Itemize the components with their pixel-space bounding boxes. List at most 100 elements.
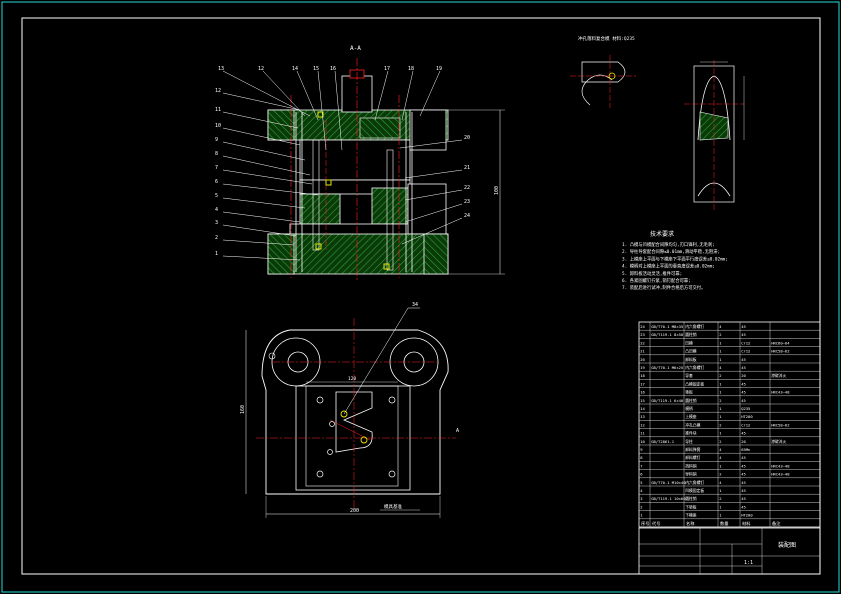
tech-requirements: 技术要求 1. 凸模与凹模配合间隙均匀,刃口锋利,无毛刺;2. 导柱导套配合间隙…	[622, 230, 728, 291]
callout-left: 1	[215, 251, 218, 257]
bom-cell: 4	[719, 365, 722, 370]
plan-dim-side-text: 160	[240, 405, 246, 414]
bom-cell: 16	[640, 390, 645, 395]
bom-cell: 卸料弹簧	[685, 447, 700, 452]
callout-left: 5	[215, 193, 218, 199]
bom-cell: Cr12	[741, 340, 750, 345]
bom-header-cell: 备注	[772, 520, 781, 527]
bom-cell: 圆柱销	[685, 496, 697, 501]
title-block: 装配图 1:1	[638, 527, 821, 575]
section-label: A-A	[350, 45, 361, 52]
tech-line: 5. 卸料板活动灵活,推件可靠;	[622, 270, 682, 277]
die-block-right	[371, 187, 409, 225]
bom-cell: 45	[741, 455, 746, 460]
bom-cell: 20	[741, 439, 746, 444]
bom-cell: 冲孔凸模	[685, 422, 700, 427]
upper-right-block	[409, 109, 447, 151]
bom-header-cell: 序号	[641, 520, 649, 527]
callout-left: 11	[215, 107, 221, 113]
bom-cell: 20	[640, 357, 645, 362]
bom-cell: HRC43~48	[771, 472, 790, 477]
bom-cell: GB/T119.1 8×50	[651, 332, 684, 337]
bom-cell: 20	[741, 373, 746, 378]
bom-cell: 凹模	[685, 340, 693, 345]
bom-cell: 12	[640, 422, 645, 427]
bom-cell: 上模座	[685, 414, 697, 419]
bom-cell: 下垫板	[685, 504, 697, 509]
bom-header-cell: 名称	[686, 520, 694, 527]
bom-cell: 6	[640, 472, 643, 477]
callouts-left: 12 11 10 9 8 7 6 5 4 3 2 1	[215, 88, 221, 257]
bom-cell: 9	[640, 447, 643, 452]
bom-cell: 17	[640, 381, 645, 386]
bom-cell: 4	[719, 447, 722, 452]
bom-cell: Cr12	[741, 349, 750, 354]
bom-cell: 24	[640, 324, 645, 329]
sheet-outer-border	[1, 1, 840, 593]
bom-cell: 圆柱销	[685, 398, 697, 403]
bom-cell: 卸料板	[685, 357, 697, 362]
callout-top: 16	[330, 66, 336, 72]
title-block-scale: 1:1	[744, 560, 753, 566]
tech-title: 技术要求	[650, 230, 674, 238]
callout-top: 12	[258, 66, 264, 72]
bom-cell: 圆柱销	[685, 332, 697, 337]
callouts-top: 13 12 14 15 16 17 18 19	[218, 66, 442, 72]
plan-view: 34 200 160 120 模具基准 A	[240, 302, 459, 518]
lower-clamp-left	[267, 233, 295, 275]
tech-line: 3. 上模座上平面与下模座下平面平行度误差≤0.02mm;	[622, 255, 728, 262]
bom-cell: HT200	[741, 513, 753, 518]
bom-cell: 13	[640, 414, 645, 419]
bom-cell: 45	[741, 324, 746, 329]
bom-cell: 1	[719, 513, 722, 518]
punch-plate	[299, 139, 411, 181]
bom-cell: 45	[741, 381, 746, 386]
tech-lines: 1. 凸模与凹模配合间隙均匀,刃口锋利,无毛刺;2. 导柱导套配合间隙≤0.01…	[622, 241, 728, 291]
bom-cell: 65Mn	[741, 447, 750, 452]
callout-right: 24	[464, 213, 470, 219]
bom-cell: HRC43~48	[771, 463, 790, 468]
bom-cell: Q235	[741, 406, 750, 411]
callout-left: 3	[215, 220, 218, 226]
cad-drawing: A-A 13 12 14 15 16 17 18 19 121110987654…	[1, 1, 840, 593]
callout-top: 14	[292, 66, 298, 72]
bom-cell: 11	[640, 431, 645, 436]
tech-line: 7. 装配后进行试冲,制件合格后方可交付。	[622, 284, 705, 291]
bom-cell: 1	[719, 488, 722, 493]
section-arrow-a: A	[456, 428, 459, 434]
tech-line: 4. 模柄对上模座上平面的垂直度误差≤0.02mm;	[622, 263, 715, 270]
bom-cell: HT200	[741, 414, 753, 419]
bom-cell: 7	[640, 463, 642, 468]
bom-cell: 45	[741, 504, 746, 509]
bom-cell: 23	[640, 332, 645, 337]
bom-cell: 2	[719, 496, 721, 501]
bom-cell: HRC58~62	[771, 422, 789, 427]
callout-left: 4	[215, 207, 218, 213]
title-block-name: 装配图	[778, 541, 796, 549]
bom-cell: 45	[741, 390, 746, 395]
punch-holder-hatch	[359, 117, 401, 139]
section-view: A-A 13 12 14 15 16 17 18 19 121110987654…	[215, 45, 505, 282]
plan-note: 模具基准	[384, 503, 402, 510]
bom-cell: 45	[741, 480, 746, 485]
callout-left: 2	[215, 235, 218, 241]
callout-left: 8	[215, 151, 218, 157]
bom-cell: 45	[741, 472, 746, 477]
bom-cell: 2	[719, 398, 721, 403]
bom-cell: 1	[719, 463, 722, 468]
callout-left: 9	[215, 137, 218, 143]
bom-cell: GB/T2861.1	[651, 439, 675, 444]
bom-cell: 导套	[685, 373, 693, 378]
bom-cell: 45	[741, 365, 746, 370]
bom-cell: 2	[719, 472, 721, 477]
bom-cell: 4	[640, 488, 643, 493]
bom-cell: 4	[719, 480, 722, 485]
bom-cell: 1	[719, 414, 722, 419]
bom-cell: 1	[719, 340, 722, 345]
bom-cell: GB/T119.1 10×60	[651, 496, 686, 501]
bom-cell: Cr12	[741, 422, 750, 427]
bom-cell: 45	[741, 431, 746, 436]
plan-callout-leader	[343, 307, 409, 415]
bom-cell: 推件块	[685, 431, 697, 436]
bom-cell: 内六角螺钉	[685, 365, 704, 370]
